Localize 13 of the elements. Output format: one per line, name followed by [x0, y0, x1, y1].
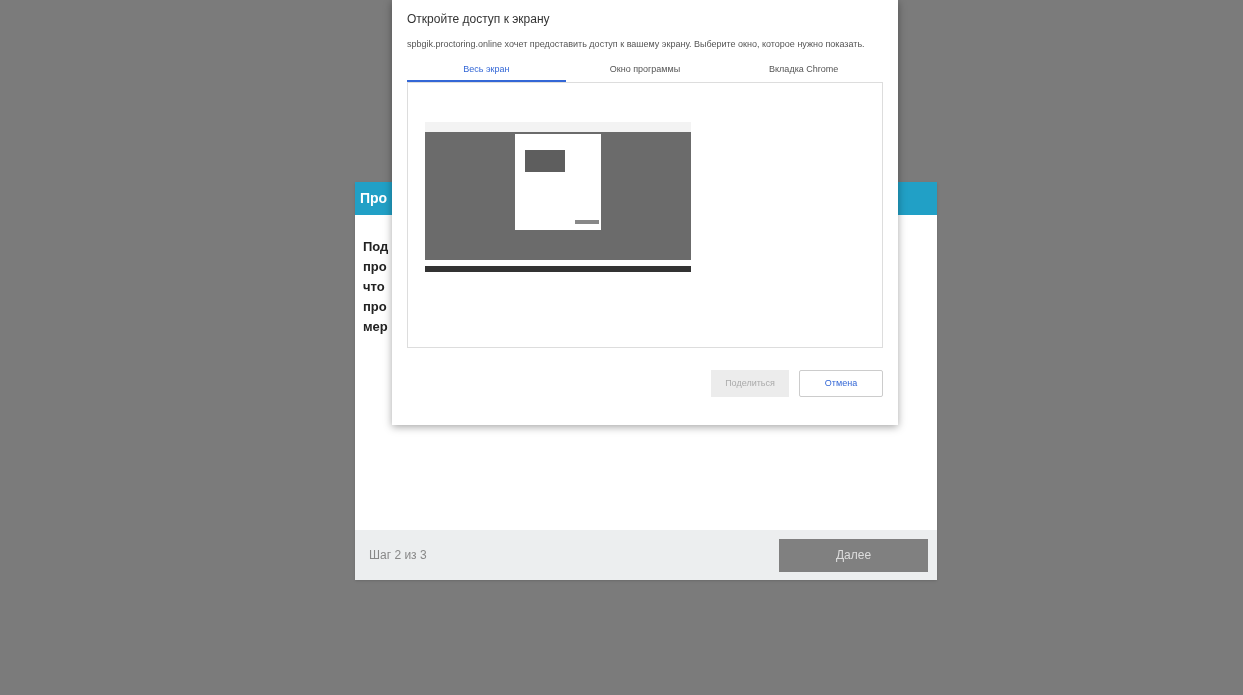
tab[interactable]: Окно программы — [565, 60, 725, 82]
instruction-text: про — [363, 258, 388, 276]
instruction-text: про — [363, 298, 388, 316]
dialog-message: spbgik.proctoring.online хочет предоставить доступ к вашему экрану. Выберите окно, которое нужно показать. — [407, 38, 866, 51]
instruction-text: Под — [363, 238, 390, 256]
modal-title: Про — [360, 189, 388, 208]
tab[interactable]: Весь экран — [407, 60, 566, 82]
dialog-title: Откройте доступ к экрану — [407, 11, 551, 28]
instruction-text: мер — [363, 318, 389, 336]
cancel-button[interactable]: Отмена — [799, 370, 883, 397]
instruction-text: что — [363, 278, 386, 296]
tab[interactable]: Вкладка Chrome — [724, 60, 883, 82]
step-counter: Шаг 2 из 3 — [369, 547, 427, 564]
